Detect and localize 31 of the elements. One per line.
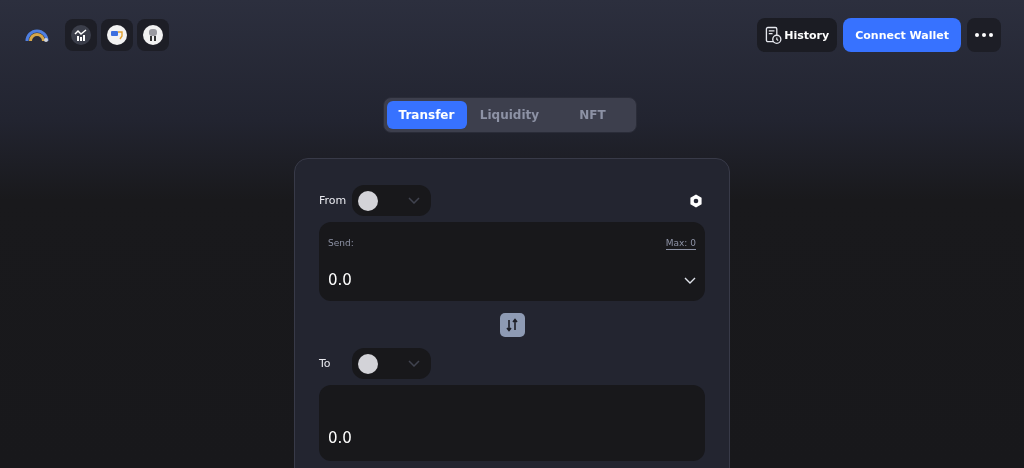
more-icon [975, 33, 993, 37]
tab[interactable]: NFT [552, 101, 633, 129]
history-button[interactable]: History [757, 18, 838, 52]
settings-icon[interactable] [689, 193, 703, 208]
chevron-down-icon [408, 197, 420, 204]
sticker-icon [107, 25, 127, 45]
to-label: To [319, 357, 332, 370]
app-button[interactable] [137, 19, 169, 51]
swap-direction-button[interactable] [499, 313, 525, 337]
rainbow-logo-icon[interactable] [25, 28, 49, 42]
robot-icon [143, 25, 163, 45]
chain-select[interactable] [352, 348, 431, 379]
app-button[interactable] [101, 19, 133, 51]
receive-amount-field[interactable]: 0.0 [328, 429, 448, 447]
connect-wallet-button[interactable]: Connect Wallet [843, 18, 961, 52]
tab[interactable]: Transfer [386, 101, 467, 129]
tab[interactable]: Liquidity [469, 101, 550, 129]
more-button[interactable] [967, 18, 1001, 52]
swap-arrows-icon [506, 318, 518, 332]
history-icon [765, 25, 783, 45]
chart-icon [71, 25, 91, 45]
chevron-down-icon[interactable] [684, 276, 696, 284]
max-link[interactable]: Max: 0 [665, 238, 696, 250]
from-label: From [319, 194, 348, 207]
send-label: Send: [328, 238, 354, 250]
token-placeholder-icon [358, 190, 378, 211]
token-placeholder-icon [358, 353, 378, 374]
send-amount-field[interactable]: 0.0 [328, 271, 448, 289]
chevron-down-icon [408, 360, 420, 367]
chain-select[interactable] [352, 185, 431, 216]
app-button[interactable] [65, 19, 97, 51]
